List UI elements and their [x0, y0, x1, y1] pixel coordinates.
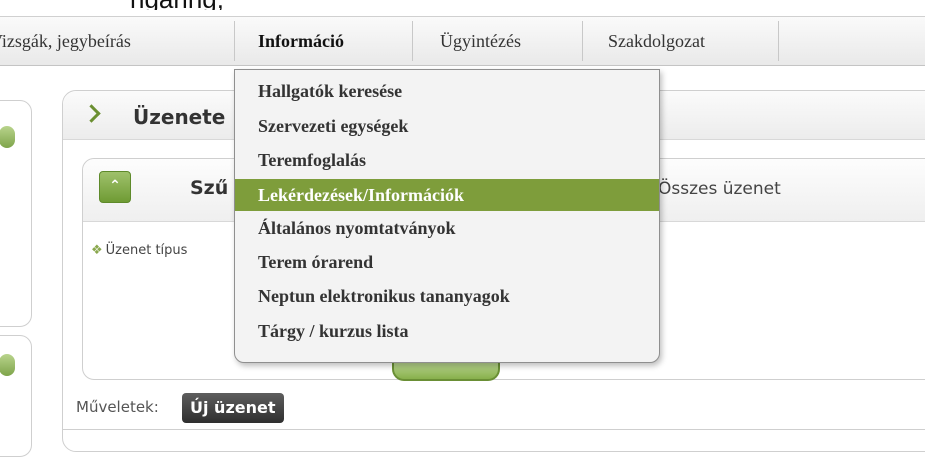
actions-label: Műveletek:	[76, 398, 159, 416]
menu-item-room-booking[interactable]: Teremfoglalás	[235, 144, 659, 176]
information-dropdown-menu: Hallgatók keresése Szervezeti egységek T…	[234, 69, 660, 363]
menu-separator	[778, 21, 779, 61]
menu-item-exams[interactable]: Vizsgák, jegybeírás	[0, 17, 131, 65]
menu-item-search-students[interactable]: Hallgatók keresése	[235, 75, 659, 107]
menu-separator	[234, 21, 235, 61]
messages-panel-title: Üzenete	[133, 105, 226, 129]
menu-item-organizational-units[interactable]: Szervezeti egységek	[235, 110, 659, 142]
menu-item-subject-course-list[interactable]: Tárgy / kurzus lista	[235, 315, 659, 347]
all-messages-label: Összes üzenet	[658, 179, 781, 199]
message-type-row: ❖ Üzenet típus	[91, 243, 187, 258]
menu-item-neptun-elearning[interactable]: Neptun elektronikus tananyagok	[235, 280, 659, 312]
partial-header-text: ngaring,	[0, 0, 925, 10]
chevron-right-icon[interactable]	[82, 104, 101, 123]
menu-item-administration[interactable]: Ügyintézés	[440, 17, 521, 65]
menu-separator	[582, 21, 583, 61]
main-menubar: Vizsgák, jegybeírás Információ Ügyintézé…	[0, 16, 925, 66]
filter-title: Szű	[190, 177, 229, 199]
divider	[62, 429, 925, 430]
new-message-button[interactable]: Új üzenet	[182, 393, 284, 423]
left-side-box	[0, 100, 32, 327]
partial-header-label: ngaring,	[130, 0, 224, 10]
menu-item-queries-information[interactable]: Lekérdezések/Információk	[235, 179, 659, 211]
left-side-toggle-icon[interactable]	[0, 126, 15, 148]
left-side-box	[0, 335, 32, 457]
menu-item-general-forms[interactable]: Általános nyomtatványok	[235, 212, 659, 244]
collapse-button[interactable]: ⌃	[99, 171, 131, 203]
menu-item-information[interactable]: Információ	[258, 17, 344, 65]
menu-item-room-timetable[interactable]: Terem órarend	[235, 246, 659, 278]
message-type-label: Üzenet típus	[105, 243, 188, 258]
menu-separator	[412, 21, 413, 61]
left-side-toggle-icon[interactable]	[0, 354, 15, 376]
diamond-bullet-icon: ❖	[91, 243, 103, 258]
double-chevron-up-icon: ⌃	[109, 178, 121, 194]
menu-item-thesis[interactable]: Szakdolgozat	[608, 17, 705, 65]
